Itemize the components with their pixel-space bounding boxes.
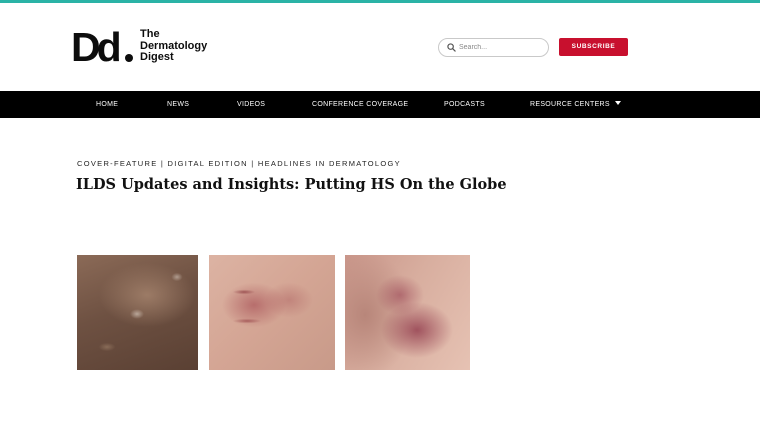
logo-mark: Dd xyxy=(71,24,122,70)
clinical-image-2 xyxy=(209,255,335,370)
nav-item-conference-coverage[interactable]: CONFERENCE COVERAGE xyxy=(312,91,408,118)
article-categories[interactable]: COVER-FEATURE | DIGITAL EDITION | HEADLI… xyxy=(77,159,401,168)
main-navigation: HOME NEWS VIDEOS CONFERENCE COVERAGE POD… xyxy=(0,91,760,118)
nav-item-home[interactable]: HOME xyxy=(96,91,118,118)
nav-item-videos[interactable]: VIDEOS xyxy=(237,91,265,118)
top-accent-bar xyxy=(0,0,760,3)
nav-item-label: RESOURCE CENTERS xyxy=(530,101,610,108)
nav-item-resource-centers[interactable]: RESOURCE CENTERS xyxy=(530,91,621,118)
logo-line: The xyxy=(140,28,160,40)
article-title: ILDS Updates and Insights: Putting HS On… xyxy=(76,176,507,193)
search-icon xyxy=(447,43,456,52)
logo-dot xyxy=(125,54,133,62)
logo-line: Digest xyxy=(140,51,174,63)
subscribe-button[interactable]: SUBSCRIBE xyxy=(559,38,628,56)
search-input[interactable] xyxy=(459,40,545,55)
search-box[interactable] xyxy=(438,38,549,57)
nav-item-news[interactable]: NEWS xyxy=(167,91,189,118)
caret-down-icon xyxy=(614,101,621,105)
clinical-image-1 xyxy=(77,255,198,370)
logo-wordmark: The Dermatology Digest xyxy=(140,28,230,64)
nav-item-podcasts[interactable]: PODCASTS xyxy=(444,91,485,118)
clinical-image-3 xyxy=(345,255,470,370)
